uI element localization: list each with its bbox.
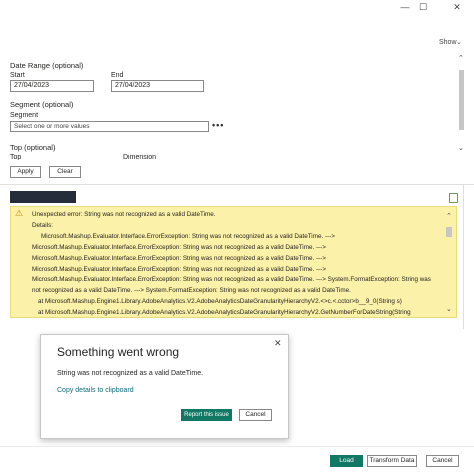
dialog-title: Something went wrong <box>57 345 180 359</box>
end-date-input[interactable]: 27/04/2023 <box>111 80 204 92</box>
copy-details-link[interactable]: Copy details to clipboard <box>57 387 134 394</box>
warning-icon: ⚠ <box>15 208 24 218</box>
error-line: at Microsoft.Mashup.Engine1.Library.Adob… <box>38 298 402 305</box>
segment-select[interactable]: Select one or more values <box>10 121 209 132</box>
chevron-down-icon[interactable]: ⌄ <box>456 38 462 46</box>
options-scroll-thumb[interactable] <box>459 70 464 130</box>
table-name-tab[interactable] <box>10 191 76 203</box>
cancel-button[interactable]: Cancel <box>426 455 459 467</box>
scroll-down-icon[interactable]: ⌄ <box>446 305 452 313</box>
error-line: not recognized as a valid DateTime. --->… <box>32 287 351 294</box>
start-date-input[interactable]: 27/04/2023 <box>10 80 94 92</box>
maximize-button[interactable]: ☐ <box>412 0 434 14</box>
top-section-label: Top (optional) <box>10 143 56 152</box>
segment-section-label: Segment (optional) <box>10 100 74 109</box>
export-icon[interactable] <box>449 193 458 203</box>
error-line: Details: <box>32 222 53 229</box>
close-window-button[interactable]: ✕ <box>446 0 468 14</box>
scroll-up-icon[interactable]: ⌃ <box>458 54 464 62</box>
scroll-up-icon[interactable]: ⌃ <box>446 212 452 220</box>
error-scrollbar[interactable] <box>445 208 453 316</box>
transform-data-button[interactable]: Transform Data <box>367 455 417 467</box>
report-issue-button[interactable]: Report this issue <box>181 409 232 421</box>
segment-label: Segment <box>10 112 39 119</box>
error-line: Microsoft.Mashup.Evaluator.Interface.Err… <box>32 266 326 273</box>
clear-button[interactable]: Clear <box>49 166 81 178</box>
dialog-cancel-button[interactable]: Cancel <box>239 409 272 421</box>
apply-button[interactable]: Apply <box>10 166 41 178</box>
more-options-icon[interactable]: ••• <box>212 120 224 130</box>
load-button[interactable]: Load <box>330 455 363 467</box>
date-range-label: Date Range (optional) <box>10 61 84 70</box>
end-label: End <box>111 72 124 79</box>
error-line: Microsoft.Mashup.Evaluator.Interface.Err… <box>32 276 431 283</box>
error-line: Microsoft.Mashup.Evaluator.Interface.Err… <box>41 233 335 240</box>
scroll-down-icon[interactable]: ⌄ <box>458 144 464 152</box>
error-line: Microsoft.Mashup.Evaluator.Interface.Err… <box>32 255 326 262</box>
start-label: Start <box>10 72 25 79</box>
show-dropdown[interactable]: Show <box>439 39 457 46</box>
vertical-divider <box>463 184 464 329</box>
dialog-message: String was not recognized as a valid Dat… <box>57 370 204 377</box>
close-icon[interactable]: ✕ <box>274 338 282 349</box>
error-line: Microsoft.Mashup.Evaluator.Interface.Err… <box>32 244 326 251</box>
error-line: Unexpected error: String was not recogni… <box>32 211 216 218</box>
error-scroll-thumb[interactable] <box>446 227 452 237</box>
error-line: at Microsoft.Mashup.Engine1.Library.Adob… <box>38 309 411 316</box>
dimension-label: Dimension <box>123 154 157 160</box>
section-divider <box>0 184 474 185</box>
top-label: Top <box>10 154 22 160</box>
footer-divider <box>0 446 474 447</box>
